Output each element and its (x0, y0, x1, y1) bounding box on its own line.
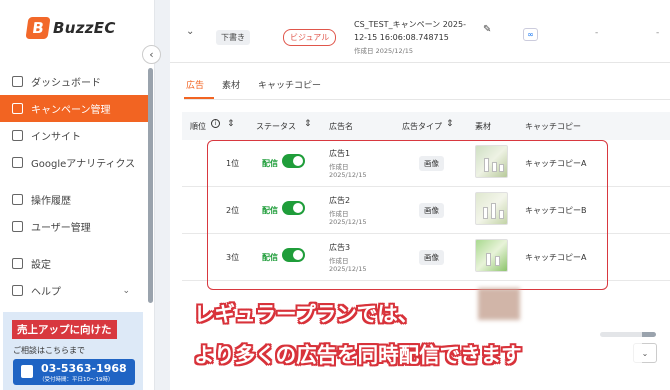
phone-number: 03-5363-1968 (41, 362, 127, 375)
collapse-sidebar-button[interactable]: ‹ (142, 45, 161, 64)
sidebar-item-users[interactable]: ユーザー管理 (0, 213, 150, 240)
tab-catchcopy[interactable]: キャッチコピー (258, 78, 321, 91)
sidebar-item-history[interactable]: 操作履歴 (0, 186, 150, 213)
tab-ads[interactable]: 広告 (186, 78, 204, 91)
status-badge: 下書き (216, 30, 250, 45)
col-rank[interactable]: 順位 (190, 121, 206, 132)
sidebar-item-label: ヘルプ (31, 287, 61, 298)
campaign-row[interactable]: ⌄ 下書き ビジュアル CS_TEST_キャンペーン 2025-12-15 16… (170, 10, 670, 55)
info-icon[interactable]: i (211, 119, 220, 128)
contact-banner[interactable]: 売上アップに向けた ご相談はこちらまで 03-5363-1968 （受付時間：平… (3, 312, 143, 390)
col-ad-name[interactable]: 広告名 (329, 121, 353, 132)
col-ad-type[interactable]: 広告タイプ (402, 121, 442, 132)
history-icon (12, 194, 23, 205)
sidebar-item-label: Googleアナリティクス (31, 159, 136, 170)
sidebar-item-dashboard[interactable]: ダッシュボード (0, 68, 150, 95)
sidebar-item-label: ユーザー管理 (31, 223, 91, 234)
sidebar-item-label: インサイト (31, 132, 81, 143)
sidebar: B BuzzEC ダッシュボード キャンペーン管理 インサイト Googleアナ… (0, 0, 155, 390)
users-icon (12, 221, 23, 232)
sidebar-item-label: 操作履歴 (31, 196, 71, 207)
col-catchcopy: キャッチコピー (525, 122, 581, 131)
blurred-thumbnail (478, 288, 520, 320)
campaign-created: 作成日 2025/12/15 (354, 47, 414, 55)
highlight-box (207, 140, 608, 290)
sidebar-item-help[interactable]: ヘルプ ⌄ (0, 277, 150, 304)
sidebar-item-google-analytics[interactable]: Googleアナリティクス (0, 149, 150, 176)
megaphone-icon (12, 103, 23, 114)
table-header: 順位 i ⇕ ステータス ⇕ 広告名 広告タイプ ⇕ 素材 キャッチコピー (182, 112, 670, 140)
logo-mark: B (25, 17, 51, 39)
meta-icon: ∞ (523, 28, 538, 41)
detail-tabs: 広告 素材 キャッチコピー (186, 78, 321, 91)
chevron-down-icon[interactable]: ⌄ (186, 26, 194, 37)
tab-materials[interactable]: 素材 (222, 78, 240, 91)
campaign-type-badge: ビジュアル (283, 29, 337, 46)
phone-icon (21, 365, 33, 378)
col-material: 素材 (475, 122, 491, 131)
caption-line-1: レギュラープランでは、 (194, 302, 419, 326)
sidebar-item-insight[interactable]: インサイト (0, 122, 150, 149)
bar-chart-icon (12, 157, 23, 168)
sidebar-item-campaigns[interactable]: キャンペーン管理 (0, 95, 150, 122)
sidebar-scrollbar[interactable] (148, 68, 153, 303)
banner-title: 売上アップに向けた (12, 320, 117, 339)
sidebar-item-settings[interactable]: 設定 (0, 250, 150, 277)
edit-pencil-icon[interactable]: ✎ (483, 24, 491, 35)
sort-icon[interactable]: ⇕ (446, 119, 454, 129)
sidebar-item-label: ダッシュボード (31, 78, 101, 89)
placeholder-dash: - (595, 28, 599, 38)
placeholder-dash: - (656, 28, 660, 38)
banner-subtitle: ご相談はこちらまで (13, 346, 85, 355)
gear-icon (12, 258, 23, 269)
business-hours: （受付時間：平日10〜19時） (39, 377, 114, 383)
sort-icon[interactable]: ⇕ (304, 119, 312, 129)
caption-line-2: より多くの広告を同時配信できます (194, 343, 522, 367)
sidebar-item-label: 設定 (31, 260, 51, 271)
chevron-down-icon: ⌄ (122, 285, 130, 296)
sidebar-item-label: キャンペーン管理 (31, 105, 111, 116)
col-status[interactable]: ステータス (256, 121, 296, 132)
chart-line-icon (12, 130, 23, 141)
home-icon (12, 76, 23, 87)
sidebar-nav: ダッシュボード キャンペーン管理 インサイト Googleアナリティクス 操作履… (0, 68, 150, 304)
brand-name: BuzzEC (53, 19, 116, 37)
campaign-name[interactable]: CS_TEST_キャンペーン 2025-12-15 16:06:08.74871… (354, 18, 474, 44)
phone-button[interactable]: 03-5363-1968 （受付時間：平日10〜19時） (13, 359, 135, 385)
help-icon (12, 285, 23, 296)
brand-logo[interactable]: B BuzzEC (25, 17, 116, 39)
sort-icon[interactable]: ⇕ (227, 119, 235, 129)
